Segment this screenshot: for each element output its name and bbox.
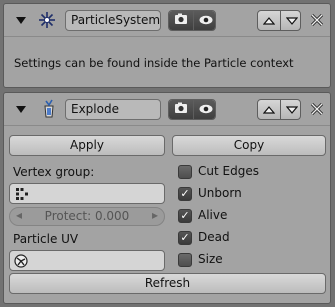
collapse-arrow-icon[interactable] xyxy=(16,17,26,24)
camera-icon xyxy=(174,13,188,28)
alive-checkbox[interactable]: ✓ xyxy=(178,209,192,223)
size-label: Size xyxy=(198,252,223,266)
particle-uv-field[interactable] xyxy=(9,250,165,271)
unborn-checkbox[interactable]: ✓ xyxy=(178,187,192,201)
vertex-group-field[interactable] xyxy=(9,183,165,204)
render-toggle-button[interactable] xyxy=(169,100,193,119)
render-toggle-button[interactable] xyxy=(169,11,193,30)
protect-number-field[interactable]: ◂ Protect: 0.000 ▸ xyxy=(9,207,165,226)
modifier-header: Explode xyxy=(4,93,330,126)
camera-icon xyxy=(174,102,188,117)
explode-modifier-panel: Explode Apply Copy Vertex group: ◂ Prote… xyxy=(3,92,331,304)
remove-modifier-button[interactable] xyxy=(309,12,325,28)
decrement-arrow-icon[interactable]: ◂ xyxy=(16,207,22,224)
eye-icon xyxy=(199,14,213,28)
display-toggle-group xyxy=(168,10,216,31)
copy-button[interactable]: Copy xyxy=(172,135,326,156)
apply-button[interactable]: Apply xyxy=(9,135,165,156)
remove-modifier-button[interactable] xyxy=(309,101,325,117)
cut-edges-checkbox[interactable] xyxy=(178,165,192,179)
arrow-up-icon xyxy=(262,103,276,117)
move-modifier-group xyxy=(257,99,301,120)
particle-system-modifier-panel: ParticleSystem 1 xyxy=(3,3,331,88)
increment-arrow-icon[interactable]: ▸ xyxy=(152,207,158,224)
refresh-button[interactable]: Refresh xyxy=(9,273,326,294)
move-modifier-group xyxy=(257,10,301,31)
unborn-label: Unborn xyxy=(198,186,242,200)
display-toggle-group xyxy=(168,99,216,120)
viewport-toggle-button[interactable] xyxy=(193,11,215,30)
modifier-header: ParticleSystem 1 xyxy=(4,4,330,37)
checkmark-icon: ✓ xyxy=(180,231,190,244)
checkmark-icon: ✓ xyxy=(180,209,190,222)
close-icon xyxy=(309,102,325,120)
particle-uv-label: Particle UV xyxy=(13,232,79,246)
uv-map-icon xyxy=(14,254,28,271)
cut-edges-label: Cut Edges xyxy=(198,164,259,178)
close-icon xyxy=(309,13,325,31)
arrow-up-icon xyxy=(262,14,276,28)
arrow-down-icon xyxy=(285,103,298,117)
vertex-group-label: Vertex group: xyxy=(13,165,95,179)
eye-icon xyxy=(199,103,213,117)
vertex-group-icon xyxy=(15,187,29,204)
collapse-arrow-icon[interactable] xyxy=(16,106,26,113)
alive-label: Alive xyxy=(198,208,228,222)
modifier-name-field[interactable]: ParticleSystem 1 xyxy=(65,10,161,31)
move-down-button[interactable] xyxy=(280,11,300,30)
move-up-button[interactable] xyxy=(258,11,280,30)
move-up-button[interactable] xyxy=(258,100,280,119)
explode-modifier-icon xyxy=(40,99,58,119)
dead-checkbox[interactable]: ✓ xyxy=(178,231,192,245)
dead-label: Dead xyxy=(198,230,230,244)
checkmark-icon: ✓ xyxy=(180,187,190,200)
move-down-button[interactable] xyxy=(280,100,300,119)
protect-label: Protect: 0.000 xyxy=(44,209,130,223)
particle-modifier-icon xyxy=(38,11,56,29)
viewport-toggle-button[interactable] xyxy=(193,100,215,119)
particle-settings-info-text: Settings can be found inside the Particl… xyxy=(14,56,294,70)
modifier-name-field[interactable]: Explode xyxy=(65,99,161,120)
arrow-down-icon xyxy=(285,14,298,28)
size-checkbox[interactable] xyxy=(178,253,192,267)
